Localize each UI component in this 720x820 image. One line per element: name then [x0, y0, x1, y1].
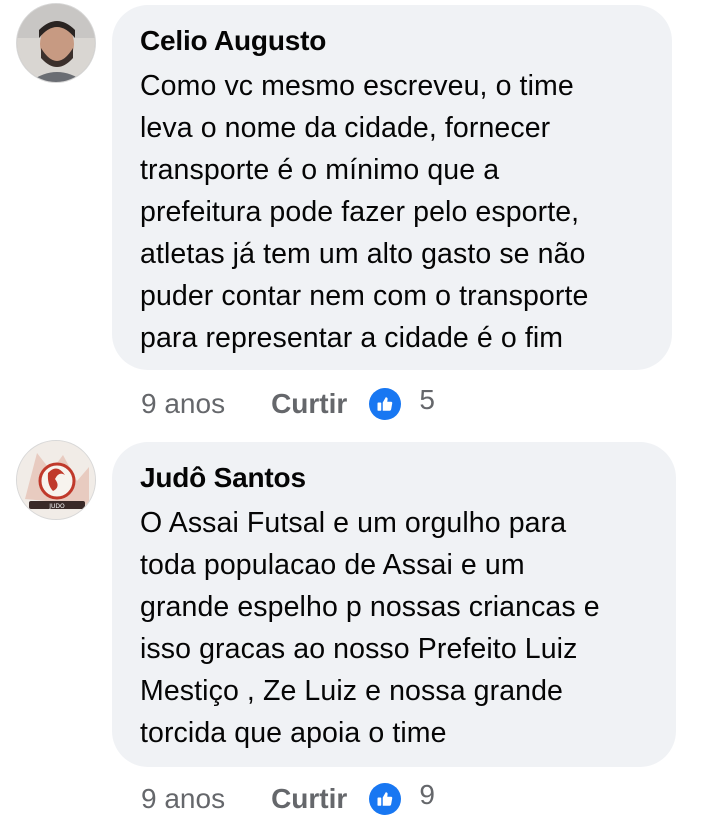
comment-timestamp[interactable]: 9 anos — [141, 783, 225, 815]
comment-text: O Assai Futsal e um orgulho para toda po… — [140, 507, 600, 749]
reaction-summary[interactable]: 5 — [369, 384, 435, 420]
comment-author[interactable]: Celio Augusto — [140, 23, 650, 59]
comment-timestamp[interactable]: 9 anos — [141, 388, 225, 420]
comment-actions: 9 anos Curtir 5 — [141, 384, 435, 424]
reaction-summary[interactable]: 9 — [369, 779, 435, 815]
comment-actions: 9 anos Curtir 9 — [141, 779, 435, 819]
like-icon — [369, 783, 402, 815]
like-icon — [369, 388, 402, 420]
like-button[interactable]: Curtir — [271, 388, 347, 420]
reaction-count: 5 — [419, 384, 435, 415]
svg-text:JUDO: JUDO — [48, 503, 65, 510]
reaction-count: 9 — [419, 779, 435, 810]
avatar[interactable]: JUDO — [16, 440, 96, 520]
comment-text: Como vc mesmo escreveu, o time leva o no… — [140, 70, 589, 354]
judo-logo-icon: JUDO — [17, 441, 95, 519]
comment-bubble: Judô Santos O Assai Futsal e um orgulho … — [112, 442, 676, 767]
avatar[interactable] — [16, 3, 96, 83]
comment-author[interactable]: Judô Santos — [140, 460, 654, 496]
like-button[interactable]: Curtir — [271, 783, 347, 815]
comment-bubble: Celio Augusto Como vc mesmo escreveu, o … — [112, 5, 672, 370]
user-photo-icon — [17, 4, 95, 82]
